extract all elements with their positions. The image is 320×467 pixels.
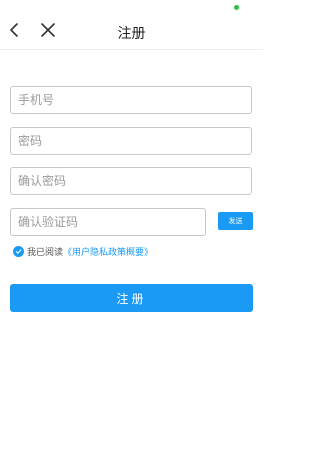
checkmark-icon [15, 248, 22, 254]
phone-input[interactable] [10, 86, 252, 114]
agreement-text: 我已阅读 [27, 247, 64, 258]
password-input[interactable] [10, 127, 252, 155]
header-bar: 注册 [0, 14, 263, 50]
agreement-checkbox[interactable] [13, 245, 24, 257]
verification-code-input[interactable] [10, 208, 206, 236]
page-title: 注册 [117, 26, 146, 42]
register-button[interactable]: 注册 [10, 284, 253, 312]
confirm-password-input[interactable] [10, 167, 252, 195]
status-indicator-dot [234, 5, 239, 10]
agreement-row: 我已阅读 《用户隐私政策概要》 [13, 244, 153, 258]
privacy-policy-link[interactable]: 《用户隐私政策概要》 [63, 245, 153, 258]
send-code-button[interactable]: 发送 [218, 212, 253, 230]
